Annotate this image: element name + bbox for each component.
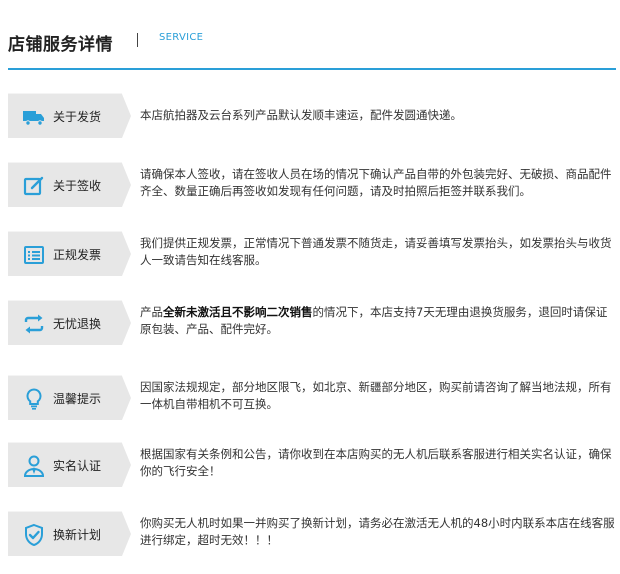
service-row-realname: 实名认证 根据国家有关条例和公告，请你收到在本店购买的无人机后联系客服进行相关实… bbox=[8, 442, 616, 494]
invoice-list-icon bbox=[24, 246, 44, 264]
service-tag: 关于签收 bbox=[8, 162, 131, 207]
page-title: 店铺服务详情 bbox=[8, 35, 113, 55]
user-verify-icon bbox=[23, 455, 45, 477]
description-text: 你购买无人机时如果一并购买了换新计划，请务必在激活无人机的48小时内联系本店在线… bbox=[140, 516, 615, 547]
service-tag-label: 正规发票 bbox=[53, 248, 102, 262]
description-text: 根据国家有关条例和公告，请你收到在本店购买的无人机后联系客服进行相关实名认证，确… bbox=[140, 447, 612, 478]
service-tag-label: 无忧退换 bbox=[53, 317, 102, 331]
service-tag: 关于发货 bbox=[8, 93, 131, 138]
service-tag-label: 关于签收 bbox=[53, 179, 102, 193]
edit-signature-icon bbox=[23, 176, 44, 196]
description-text: 本店航拍器及云台系列产品默认发顺丰速运，配件发圆通快递。 bbox=[140, 108, 462, 122]
service-tag: 无忧退换 bbox=[8, 300, 131, 345]
service-row-tips: 温馨提示 因国家法规规定，部分地区限飞，如北京、新疆部分地区，购买前请咨询了解当… bbox=[8, 375, 616, 427]
service-description: 因国家法规规定，部分地区限飞，如北京、新疆部分地区，购买前请咨询了解当地法规，所… bbox=[140, 379, 616, 413]
description-emphasis: 全新未激活且不影响二次销售 bbox=[163, 305, 313, 319]
service-row-signing: 关于签收 请确保本人签收，请在签收人员在场的情况下确认产品自带的外包装完好、无破… bbox=[8, 162, 616, 214]
service-tag-label: 实名认证 bbox=[53, 459, 102, 473]
service-tag: 温馨提示 bbox=[8, 375, 131, 420]
service-tag: 实名认证 bbox=[8, 442, 131, 487]
service-description: 根据国家有关条例和公告，请你收到在本店购买的无人机后联系客服进行相关实名认证，确… bbox=[140, 446, 616, 480]
service-tag: 正规发票 bbox=[8, 231, 131, 276]
service-row-shipping: 关于发货 本店航拍器及云台系列产品默认发顺丰速运，配件发圆通快递。 bbox=[8, 93, 616, 145]
service-row-replacement: 换新计划 你购买无人机时如果一并购买了换新计划，请务必在激活无人机的48小时内联… bbox=[8, 511, 616, 563]
service-description: 我们提供正规发票，正常情况下普通发票不随货走，请妥善填写发票抬头，如发票抬头与收… bbox=[140, 235, 616, 269]
service-tag-label: 换新计划 bbox=[53, 528, 102, 542]
title-separator bbox=[137, 33, 138, 47]
page-subtitle: SERVICE bbox=[159, 32, 204, 43]
section-header: 店铺服务详情 SERVICE bbox=[0, 0, 620, 72]
service-tag-label: 温馨提示 bbox=[53, 392, 102, 406]
service-row-invoice: 正规发票 我们提供正规发票，正常情况下普通发票不随货走，请妥善填写发票抬头，如发… bbox=[8, 231, 616, 283]
service-tag-label: 关于发货 bbox=[53, 110, 102, 124]
truck-icon bbox=[23, 111, 44, 126]
service-row-returns: 无忧退换 产品全新未激活且不影响二次销售的情况下，本店支持7天无理由退换货服务，… bbox=[8, 300, 616, 352]
description-text: 因国家法规规定，部分地区限飞，如北京、新疆部分地区，购买前请咨询了解当地法规，所… bbox=[140, 380, 612, 411]
description-text: 请确保本人签收，请在签收人员在场的情况下确认产品自带的外包装完好、无破损、商品配… bbox=[140, 167, 612, 198]
lightbulb-icon bbox=[26, 388, 42, 410]
description-text: 产品 bbox=[140, 305, 163, 319]
service-description: 产品全新未激活且不影响二次销售的情况下，本店支持7天无理由退换货服务，退回时请保… bbox=[140, 304, 616, 338]
service-description: 你购买无人机时如果一并购买了换新计划，请务必在激活无人机的48小时内联系本店在线… bbox=[140, 515, 616, 549]
service-description: 请确保本人签收，请在签收人员在场的情况下确认产品自带的外包装完好、无破损、商品配… bbox=[140, 166, 616, 200]
service-description: 本店航拍器及云台系列产品默认发顺丰速运，配件发圆通快递。 bbox=[140, 107, 616, 124]
description-text: 我们提供正规发票，正常情况下普通发票不随货走，请妥善填写发票抬头，如发票抬头与收… bbox=[140, 236, 612, 267]
exchange-arrows-icon bbox=[24, 314, 44, 334]
header-underline bbox=[8, 68, 616, 70]
shield-check-icon bbox=[25, 523, 43, 547]
service-tag: 换新计划 bbox=[8, 511, 131, 556]
